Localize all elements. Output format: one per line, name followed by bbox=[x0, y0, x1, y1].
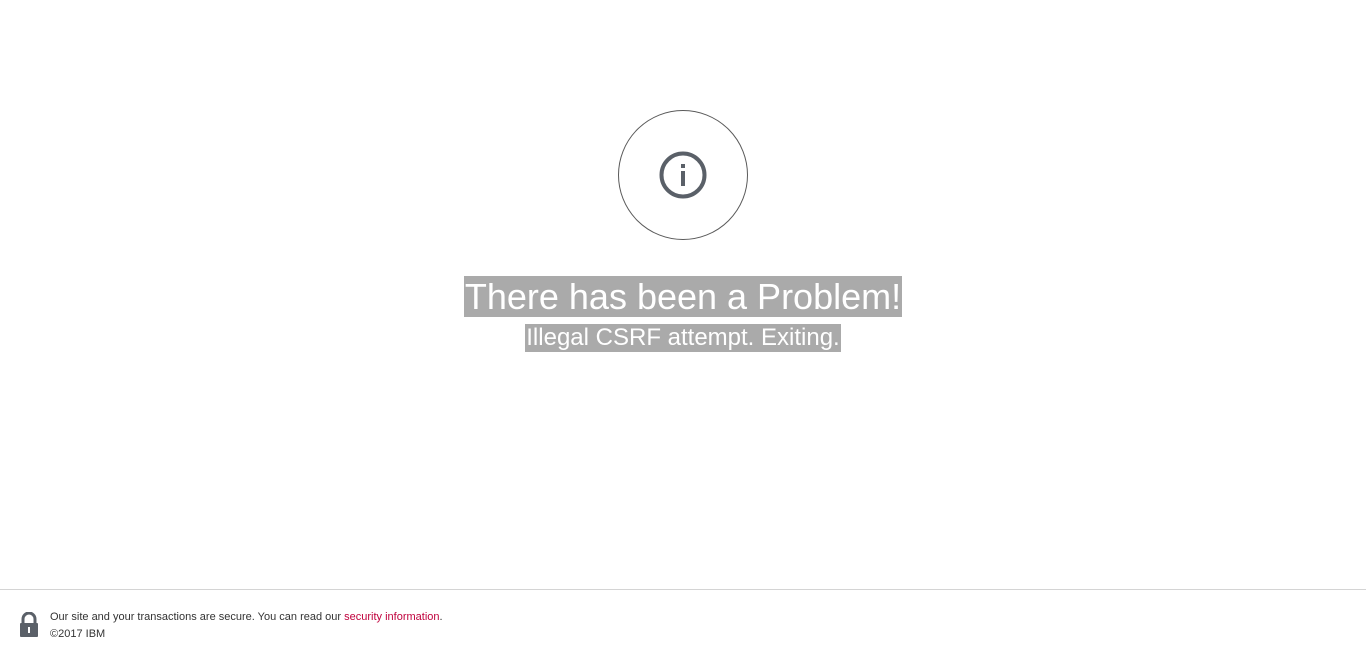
error-message: Illegal CSRF attempt. Exiting. bbox=[525, 324, 841, 352]
info-icon bbox=[659, 151, 707, 199]
error-title-wrapper: There has been a Problem! bbox=[0, 276, 1366, 317]
error-content: There has been a Problem! Illegal CSRF a… bbox=[0, 0, 1366, 589]
error-message-wrapper: Illegal CSRF attempt. Exiting. bbox=[0, 324, 1366, 352]
error-page: There has been a Problem! Illegal CSRF a… bbox=[0, 0, 1366, 659]
security-notice-period: . bbox=[439, 611, 443, 623]
security-information-link[interactable]: security information bbox=[344, 611, 439, 623]
footer-text: Our site and your transactions are secur… bbox=[50, 610, 443, 641]
footer: Our site and your transactions are secur… bbox=[0, 589, 1366, 659]
copyright: ©2017 IBM bbox=[50, 628, 106, 640]
security-notice: Our site and your transactions are secur… bbox=[50, 610, 443, 624]
lock-icon bbox=[20, 612, 38, 637]
security-notice-text: Our site and your transactions are secur… bbox=[50, 611, 345, 623]
error-title: There has been a Problem! bbox=[463, 276, 903, 317]
info-circle bbox=[618, 110, 748, 240]
